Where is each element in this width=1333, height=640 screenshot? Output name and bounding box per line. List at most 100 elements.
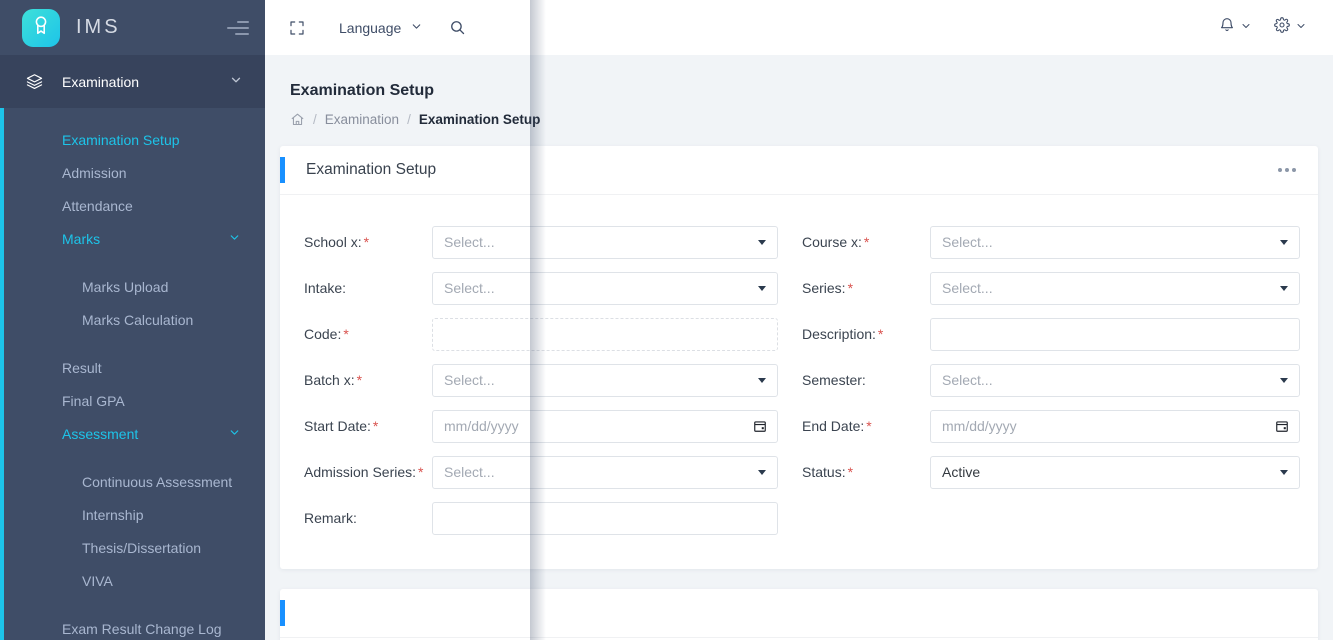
app-logo (22, 8, 60, 47)
label-end-date: End Date: * (802, 418, 872, 434)
code-input[interactable] (432, 317, 778, 351)
label-admission-series: Admission Series: * (304, 464, 424, 480)
hamburger-icon[interactable] (227, 20, 249, 35)
search-icon[interactable] (449, 19, 466, 36)
card-body: School x: * Select... Course x: * Select..… (280, 195, 1318, 569)
sidebar-item-thesis-dissertation[interactable]: Thesis/Dissertation (0, 531, 265, 564)
required-marker: * (363, 234, 370, 250)
sidebar-group-label: Examination (62, 73, 140, 90)
batch-select[interactable]: Select... (432, 363, 778, 397)
intake-placeholder: Select... (444, 280, 495, 296)
label-batch: Batch x: * (304, 372, 363, 388)
sidebar-item-viva[interactable]: VIVA (0, 564, 265, 597)
breadcrumb-parent-link[interactable]: Examination (325, 112, 399, 127)
sidebar-accent-edge (0, 55, 4, 640)
field-end-date: End Date: * mm/dd/yyyy (802, 403, 1300, 449)
label-description: Description: * (802, 326, 884, 342)
field-semester: Semester: Select... (802, 357, 1300, 403)
chevron-down-icon (1280, 470, 1288, 475)
language-selector[interactable]: Language (339, 20, 423, 36)
notifications-button[interactable] (1219, 17, 1252, 38)
sidebar-item-marks-upload[interactable]: Marks Upload (0, 270, 265, 303)
breadcrumb-separator: / (407, 112, 411, 127)
required-marker: * (847, 280, 854, 296)
page-content: Examination Setup / Examination / Examin… (265, 55, 1333, 640)
card-accent-bar (280, 157, 285, 183)
sidebar-item-label: Examination Setup (62, 131, 180, 148)
required-marker: * (877, 326, 884, 342)
sidebar-item-internship[interactable]: Internship (0, 498, 265, 531)
label-school: School x: * (304, 234, 370, 250)
brand-header: IMS (0, 0, 265, 55)
chevron-down-icon (1240, 19, 1252, 37)
fullscreen-icon[interactable] (289, 20, 305, 36)
description-input[interactable] (930, 317, 1300, 351)
required-marker: * (847, 464, 854, 480)
secondary-card-header (280, 589, 1318, 638)
label-start-date: Start Date: * (304, 418, 379, 434)
card-accent-bar (280, 600, 285, 626)
calendar-icon[interactable] (1275, 419, 1289, 433)
sidebar-item-label: Marks Upload (82, 278, 169, 295)
series-select[interactable]: Select... (930, 271, 1300, 305)
settings-button[interactable] (1274, 17, 1307, 38)
sidebar: IMS Examination Examination Setup Admiss… (0, 0, 265, 640)
sidebar-item-continuous-assessment[interactable]: Continuous Assessment (0, 465, 265, 498)
status-select[interactable]: Active (930, 455, 1300, 489)
field-admission-series: Admission Series: * Select... (304, 449, 802, 495)
label-course: Course x: * (802, 234, 870, 250)
intake-select[interactable]: Select... (432, 271, 778, 305)
breadcrumb-current: Examination Setup (418, 112, 541, 127)
home-icon[interactable] (290, 112, 305, 127)
field-description: Description: * (802, 311, 1300, 357)
label-series: Series: * (802, 280, 854, 296)
sidebar-item-assessment[interactable]: Assessment (0, 417, 265, 450)
start-date-input[interactable]: mm/dd/yyyy (432, 409, 778, 443)
examination-setup-form: School x: * Select... Course x: * Select..… (304, 219, 1300, 541)
sidebar-group-examination[interactable]: Examination (0, 55, 265, 108)
sidebar-item-label: Admission (62, 164, 127, 181)
breadcrumb-separator: / (313, 112, 317, 127)
label-remark: Remark: (304, 510, 357, 526)
secondary-card (280, 589, 1318, 640)
topbar: Language (265, 0, 1333, 55)
semester-select[interactable]: Select... (930, 363, 1300, 397)
ellipsis-icon[interactable] (1278, 168, 1296, 172)
chevron-down-icon (410, 20, 423, 36)
language-label: Language (339, 19, 402, 36)
sidebar-item-label: Marks (62, 230, 101, 247)
main-area: Language Examination Setup / Examination… (265, 0, 1333, 640)
remark-input[interactable] (432, 501, 778, 535)
sidebar-item-admission[interactable]: Admission (0, 156, 265, 189)
course-select[interactable]: Select... (930, 225, 1300, 259)
examination-setup-card: Examination Setup School x:* Select... (280, 146, 1318, 569)
bell-icon (1219, 17, 1235, 38)
sidebar-item-attendance[interactable]: Attendance (0, 189, 265, 222)
sidebar-item-label: Thesis/Dissertation (82, 539, 202, 556)
sidebar-item-exam-result-change-log[interactable]: Exam Result Change Log (0, 612, 265, 640)
chevron-down-icon (1280, 286, 1288, 291)
chevron-down-icon (1280, 240, 1288, 245)
field-intake: Intake: Select... (304, 265, 802, 311)
sidebar-item-result[interactable]: Result (0, 351, 265, 384)
sidebar-item-marks[interactable]: Marks (0, 222, 265, 255)
sidebar-item-examination-setup[interactable]: Examination Setup (0, 123, 265, 156)
chevron-down-icon (228, 426, 241, 442)
chevron-down-icon (758, 240, 766, 245)
field-start-date: Start Date: * mm/dd/yyyy (304, 403, 802, 449)
chevron-down-icon (228, 231, 241, 247)
label-semester: Semester: (802, 372, 866, 388)
calendar-icon[interactable] (753, 419, 767, 433)
school-select[interactable]: Select... (432, 225, 778, 259)
admission-series-select[interactable]: Select... (432, 455, 778, 489)
field-empty-spacer (802, 495, 1300, 541)
end-date-input[interactable]: mm/dd/yyyy (930, 409, 1300, 443)
school-placeholder: Select... (444, 234, 495, 250)
label-code: Code: * (304, 326, 349, 342)
sidebar-item-marks-calculation[interactable]: Marks Calculation (0, 303, 265, 336)
sidebar-item-final-gpa[interactable]: Final GPA (0, 384, 265, 417)
page-header: Examination Setup / Examination / Examin… (280, 55, 1318, 127)
sidebar-item-label: Continuous Assessment (82, 473, 233, 490)
